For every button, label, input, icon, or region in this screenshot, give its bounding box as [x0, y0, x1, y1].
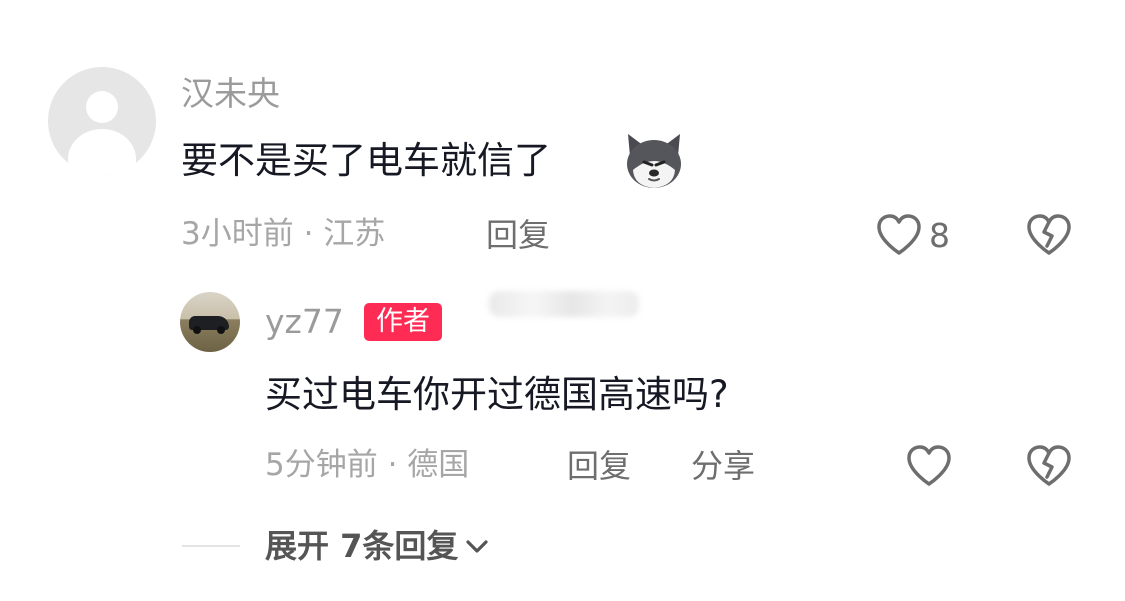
chevron-down-icon — [466, 540, 489, 553]
reply-text: 买过电车你开过德国高速吗? — [265, 373, 729, 416]
heart-icon — [877, 214, 921, 255]
comment-text: 要不是买了电车就信了 — [181, 139, 551, 182]
reply-reply-button[interactable]: 回复 — [567, 450, 631, 482]
avatar-head-shape — [86, 91, 118, 123]
expand-replies-button[interactable]: 展开 7条回复 — [265, 530, 490, 562]
husky-emoji-icon — [627, 134, 681, 188]
divider-line — [182, 545, 240, 547]
comment-username[interactable]: 汉未央 — [181, 77, 280, 110]
avatar[interactable] — [48, 67, 156, 175]
reply-avatar[interactable] — [180, 292, 240, 352]
reply-button[interactable]: 回复 — [486, 219, 550, 251]
expand-replies-label: 展开 7条回复 — [265, 527, 459, 565]
avatar-body-shape — [68, 129, 136, 175]
comment-time-location: 3小时前 · 江苏 — [181, 216, 386, 252]
reply-time-location: 5分钟前 · 德国 — [265, 447, 470, 483]
like-button[interactable]: 8 — [875, 213, 950, 257]
like-count: 8 — [929, 215, 950, 255]
dislike-broken-heart-icon[interactable] — [1025, 213, 1073, 257]
avatar-wheel-shape — [193, 326, 201, 334]
share-button[interactable]: 分享 — [691, 450, 755, 482]
reply-username[interactable]: yz77 — [265, 305, 344, 338]
reply-dislike-broken-heart-icon[interactable] — [1025, 444, 1073, 488]
avatar-wheel-shape — [217, 326, 225, 334]
reply-like-heart-icon[interactable] — [905, 444, 953, 488]
redacted-area — [489, 291, 639, 317]
author-badge: 作者 — [364, 303, 442, 341]
